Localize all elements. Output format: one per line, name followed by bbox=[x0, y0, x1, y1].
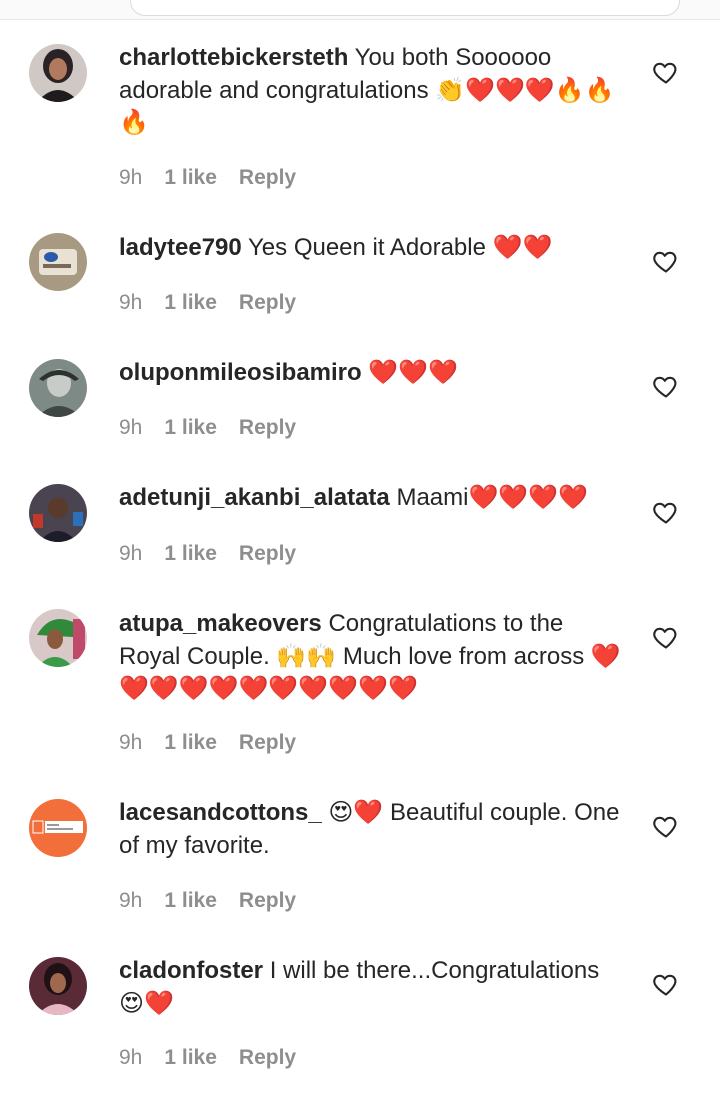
comment-likes[interactable]: 1 like bbox=[164, 166, 217, 189]
comment-meta: 9h 1 like Reply bbox=[119, 731, 318, 755]
reply-button[interactable]: Reply bbox=[239, 166, 296, 189]
avatar[interactable] bbox=[29, 799, 87, 857]
comment-time: 9h bbox=[119, 291, 143, 314]
comment-text: ladytee790 Yes Queen it Adorable ❤️❤️ bbox=[119, 232, 629, 265]
like-heart-icon[interactable] bbox=[652, 812, 680, 840]
avatar[interactable] bbox=[29, 957, 87, 1015]
avatar[interactable] bbox=[29, 484, 87, 542]
reply-button[interactable]: Reply bbox=[239, 1046, 296, 1069]
avatar[interactable] bbox=[29, 233, 87, 291]
reply-button[interactable]: Reply bbox=[239, 889, 296, 912]
comment-likes[interactable]: 1 like bbox=[164, 889, 217, 912]
comment-username[interactable]: atupa_makeovers bbox=[119, 610, 322, 637]
top-bar bbox=[0, 0, 720, 20]
comment-body: Maami❤️❤️❤️❤️ bbox=[396, 484, 588, 511]
comment-text: lacesandcottons_ 😍❤️ Beautiful couple. O… bbox=[119, 797, 629, 862]
comment-username[interactable]: charlottebickersteth bbox=[119, 44, 348, 71]
comment-likes[interactable]: 1 like bbox=[164, 1046, 217, 1069]
like-heart-icon[interactable] bbox=[652, 372, 680, 400]
avatar[interactable] bbox=[29, 359, 87, 417]
comment-text: adetunji_akanbi_alatata Maami❤️❤️❤️❤️ bbox=[119, 482, 629, 515]
comment-meta: 9h 1 like Reply bbox=[119, 166, 318, 190]
reply-button[interactable]: Reply bbox=[239, 416, 296, 439]
comment-username[interactable]: lacesandcottons_ bbox=[119, 799, 322, 826]
comment-meta: 9h 1 like Reply bbox=[119, 889, 318, 913]
reply-button[interactable]: Reply bbox=[239, 291, 296, 314]
comment-username[interactable]: cladonfoster bbox=[119, 957, 263, 984]
like-heart-icon[interactable] bbox=[652, 498, 680, 526]
comment-body: Yes Queen it Adorable ❤️❤️ bbox=[248, 234, 553, 261]
comment-likes[interactable]: 1 like bbox=[164, 291, 217, 314]
comment-likes[interactable]: 1 like bbox=[164, 542, 217, 565]
avatar[interactable] bbox=[29, 44, 87, 102]
comment-input-edge[interactable] bbox=[130, 0, 680, 16]
like-heart-icon[interactable] bbox=[652, 970, 680, 998]
comment-meta: 9h 1 like Reply bbox=[119, 416, 318, 440]
comment-time: 9h bbox=[119, 889, 143, 912]
comment-text: charlottebickersteth You both Soooooo ad… bbox=[119, 42, 629, 140]
reply-button[interactable]: Reply bbox=[239, 731, 296, 754]
comment-likes[interactable]: 1 like bbox=[164, 416, 217, 439]
comment-likes[interactable]: 1 like bbox=[164, 731, 217, 754]
comment-time: 9h bbox=[119, 542, 143, 565]
comment-text: atupa_makeovers Congratulations to the R… bbox=[119, 608, 629, 706]
comment-meta: 9h 1 like Reply bbox=[119, 1046, 318, 1070]
comment-time: 9h bbox=[119, 416, 143, 439]
comment-username[interactable]: oluponmileosibamiro bbox=[119, 359, 362, 386]
reply-button[interactable]: Reply bbox=[239, 542, 296, 565]
comment-meta: 9h 1 like Reply bbox=[119, 291, 318, 315]
comment-meta: 9h 1 like Reply bbox=[119, 542, 318, 566]
comment-username[interactable]: adetunji_akanbi_alatata bbox=[119, 484, 390, 511]
comment-username[interactable]: ladytee790 bbox=[119, 234, 242, 261]
like-heart-icon[interactable] bbox=[652, 58, 680, 86]
comment-time: 9h bbox=[119, 731, 143, 754]
comment-body: ❤️❤️❤️ bbox=[368, 359, 459, 386]
comment-time: 9h bbox=[119, 166, 143, 189]
avatar[interactable] bbox=[29, 609, 87, 667]
comment-text: cladonfoster I will be there...Congratul… bbox=[119, 955, 629, 1020]
like-heart-icon[interactable] bbox=[652, 623, 680, 651]
comment-text: oluponmileosibamiro ❤️❤️❤️ bbox=[119, 357, 629, 390]
comment-time: 9h bbox=[119, 1046, 143, 1069]
like-heart-icon[interactable] bbox=[652, 247, 680, 275]
